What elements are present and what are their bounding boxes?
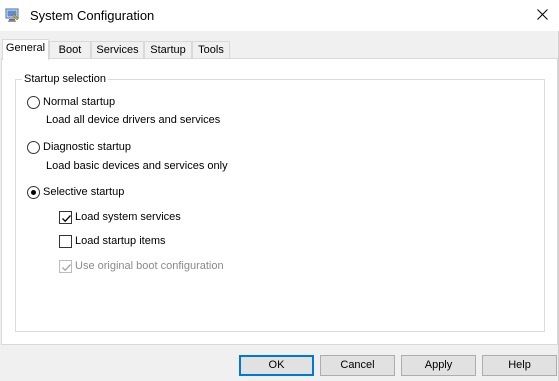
ok-button[interactable]: OK — [239, 355, 314, 376]
load-startup-items-checkbox[interactable] — [59, 234, 72, 248]
selective-startup-radio[interactable] — [27, 185, 40, 199]
load-system-services-checkbox[interactable] — [59, 210, 72, 224]
tab-general[interactable]: General — [2, 39, 49, 60]
help-button[interactable]: Help — [482, 355, 557, 376]
use-original-boot-config-label: Use original boot configuration — [75, 260, 224, 272]
diagnostic-startup-radio[interactable] — [27, 140, 40, 154]
system-configuration-window: System Configuration General Boot Servic… — [0, 0, 559, 381]
checkmark-icon — [62, 263, 71, 271]
window-title: System Configuration — [30, 8, 155, 23]
diagnostic-startup-label: Diagnostic startup — [43, 141, 132, 153]
general-tab-panel: Startup selection Normal startup Load al… — [1, 58, 558, 345]
selective-startup-label: Selective startup — [43, 186, 125, 198]
startup-selection-group: Startup selection Normal startup Load al… — [15, 72, 545, 332]
use-original-boot-config-option: Use original boot configuration — [59, 258, 224, 274]
startup-selection-legend: Startup selection — [22, 72, 108, 86]
tab-strip: General Boot Services Startup Tools — [0, 39, 559, 60]
tab-boot[interactable]: Boot — [49, 41, 91, 59]
normal-startup-label: Normal startup — [43, 96, 116, 108]
load-system-services-option[interactable]: Load system services — [59, 209, 181, 225]
normal-startup-radio[interactable] — [27, 95, 40, 109]
load-startup-items-option[interactable]: Load startup items — [59, 233, 166, 249]
title-bar[interactable]: System Configuration — [0, 0, 559, 31]
close-button[interactable] — [525, 0, 559, 31]
normal-startup-description: Load all device drivers and services — [46, 114, 221, 126]
normal-startup-option[interactable]: Normal startup — [27, 94, 115, 110]
load-startup-items-label: Load startup items — [75, 235, 166, 247]
diagnostic-startup-description: Load basic devices and services only — [46, 160, 228, 172]
use-original-boot-config-checkbox — [59, 259, 72, 273]
checkmark-icon — [62, 214, 71, 222]
load-system-services-label: Load system services — [75, 211, 181, 223]
tab-tools[interactable]: Tools — [192, 41, 230, 59]
system-config-icon — [5, 8, 20, 23]
close-icon — [536, 8, 548, 23]
apply-button[interactable]: Apply — [401, 355, 476, 376]
tab-services[interactable]: Services — [91, 41, 144, 59]
diagnostic-startup-option[interactable]: Diagnostic startup — [27, 139, 131, 155]
cancel-button[interactable]: Cancel — [320, 355, 395, 376]
tab-startup[interactable]: Startup — [144, 41, 192, 59]
selective-startup-option[interactable]: Selective startup — [27, 184, 124, 200]
